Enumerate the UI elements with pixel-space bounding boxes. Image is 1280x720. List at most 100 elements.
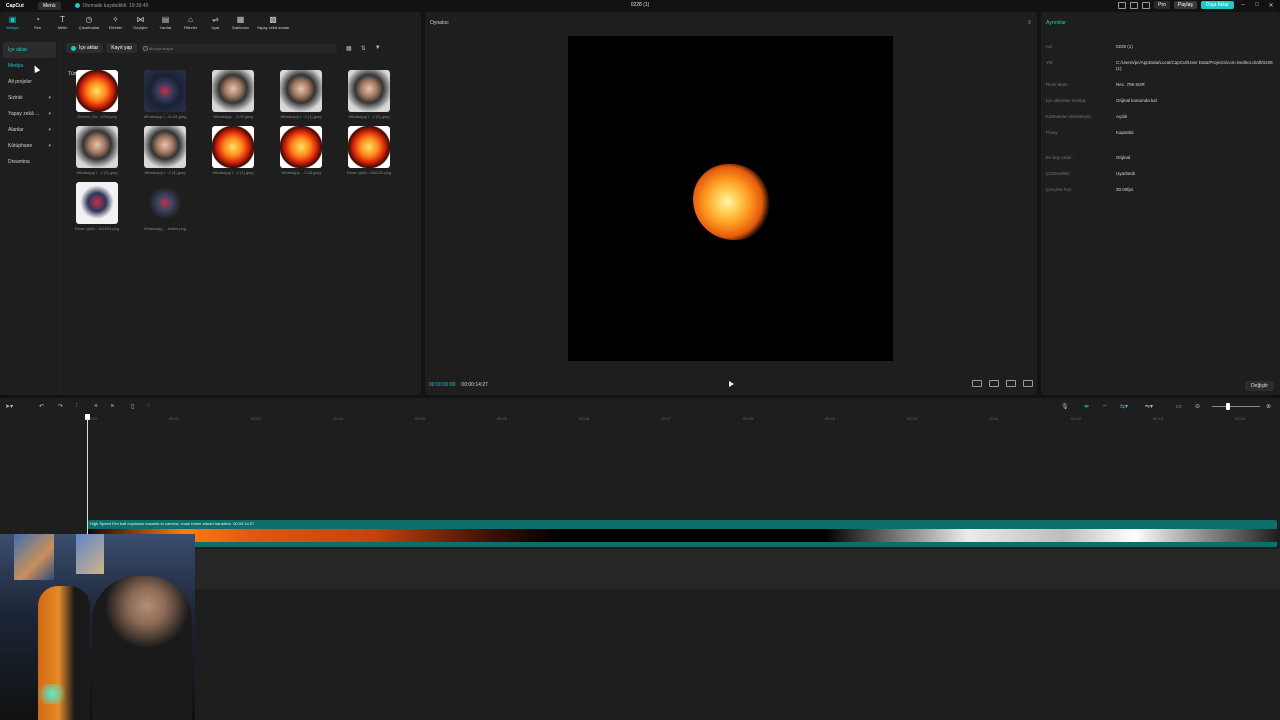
sidebar-item-subprojects[interactable]: Alt projeler xyxy=(0,74,59,90)
media-thumbnail xyxy=(76,182,118,224)
shortcut-icon[interactable] xyxy=(1142,1,1151,9)
player-panel: Oynatıcı ≡ 00:00:00:00 00:00:14:27 xyxy=(425,12,1037,395)
toolbar-templates-label: Şablonlar xyxy=(232,25,249,30)
media-sidebar: İçe aktar Medya Alt projeler Sizinki ▾ Ya… xyxy=(0,42,60,395)
magnet-icon[interactable]: ⇹ xyxy=(1084,403,1089,410)
export-button[interactable]: Dışa Aktar xyxy=(1200,1,1234,9)
caption-icon[interactable]: ▭ xyxy=(1176,403,1182,410)
menu-icon[interactable]: ≡ xyxy=(1027,20,1031,26)
toolbar-ai-avatar-label: Yapay zekâ avatar xyxy=(256,25,290,30)
import-button[interactable]: İçe aktar xyxy=(66,43,104,53)
ratio-icon[interactable] xyxy=(972,380,982,387)
play-icon[interactable] xyxy=(729,381,734,387)
share-button[interactable]: Paylaş xyxy=(1173,1,1197,9)
maximize-icon[interactable]: □ xyxy=(1252,2,1262,8)
toolbar-ai-avatar[interactable]: ▩ Yapay zekâ avatar xyxy=(253,14,293,40)
detail-value: Açıldı xyxy=(1116,114,1128,119)
pro-button[interactable]: Pro xyxy=(1154,1,1170,9)
modify-button[interactable]: Değiştir xyxy=(1245,381,1274,391)
split-icon[interactable]: ⫶ xyxy=(76,403,78,410)
toolbar-media[interactable]: ▣ Medya xyxy=(0,14,25,40)
sidebar-item-yours[interactable]: Sizinki ▾ xyxy=(0,90,59,106)
menu-button[interactable]: Menü xyxy=(38,1,61,10)
toolbar-transitions[interactable]: ⋈ Geçişler xyxy=(128,14,153,40)
undo-icon[interactable]: ↶ xyxy=(39,403,44,410)
media-item[interactable]: Ekran görü...161504.png xyxy=(68,182,126,234)
window-icon[interactable] xyxy=(1130,1,1139,9)
record-button[interactable]: Kayıt yap xyxy=(106,43,138,53)
layout-icon[interactable] xyxy=(1118,1,1127,9)
sidebar-item-label: Alanlar xyxy=(8,127,24,133)
sidebar-item-spaces[interactable]: Alanlar ▾ xyxy=(0,122,59,138)
zoom-slider-handle[interactable] xyxy=(1226,403,1230,410)
player-title: Oynatıcı xyxy=(430,20,449,26)
close-icon[interactable]: ✕ xyxy=(1266,2,1276,9)
split-right-icon[interactable]: ⫸ xyxy=(111,403,114,410)
sidebar-item-ai[interactable]: Yapay zekâ ... ▾ xyxy=(0,106,59,122)
media-item-name: WhatsApp ...2.02.jpeg xyxy=(213,114,253,119)
sort-icon[interactable]: ⇅ xyxy=(361,45,366,52)
toolbar-audio[interactable]: ◔ Ses xyxy=(25,14,50,40)
minimize-icon[interactable]: – xyxy=(1238,2,1248,8)
toolbar-captions[interactable]: ▤ Yazılar xyxy=(153,14,178,40)
app-logo: CapCut xyxy=(6,2,24,9)
preview-axis-icon[interactable]: ⇆▾ xyxy=(1120,403,1128,410)
ruler-tick: 00:07 xyxy=(661,416,672,421)
delete-icon[interactable]: ▯ xyxy=(131,403,134,410)
media-item[interactable]: WhatsApp I...2 (4).jpeg xyxy=(136,126,194,178)
sidebar-item-import[interactable]: İçe aktar xyxy=(3,42,56,58)
sidebar-item-dreamina[interactable]: Dreamina xyxy=(0,154,59,170)
detail-value: Orijinal xyxy=(1116,155,1131,160)
crop-icon[interactable] xyxy=(989,380,999,387)
sidebar-item-library[interactable]: Kütüphane ▾ xyxy=(0,138,59,154)
media-item[interactable]: WhatsApp I...41.54.jpeg xyxy=(136,70,194,122)
toolbar-filters[interactable]: ⌂ Filtreler xyxy=(178,14,203,40)
fullscreen-icon[interactable] xyxy=(1023,380,1033,387)
media-item[interactable]: WhatsApp I...2 (2).jpeg xyxy=(340,70,398,122)
marker-icon[interactable]: ◌ xyxy=(147,403,151,409)
toolbar-adjust[interactable]: ⇌ Ayar xyxy=(203,14,228,40)
toolbar-stickers[interactable]: ◷ Çıkartmalar xyxy=(75,14,103,40)
toolbar-captions-label: Yazılar xyxy=(159,25,172,30)
microphone-icon[interactable]: 🎙 xyxy=(1061,403,1069,410)
media-item[interactable]: WhatsApp I...2 (1).jpeg xyxy=(272,70,330,122)
total-time: 00:00:14:27 xyxy=(461,382,488,388)
sidebar-item-media[interactable]: Medya xyxy=(0,58,59,74)
ruler-tick: 00:12 xyxy=(1071,416,1082,421)
sidebar-item-label: Yapay zekâ ... xyxy=(8,111,40,117)
zoom-slider[interactable] xyxy=(1212,406,1260,407)
redo-icon[interactable]: ↷ xyxy=(58,403,63,410)
media-item[interactable]: Ekran görü...164242.png xyxy=(340,126,398,178)
zoom-out-icon[interactable]: ⊖ xyxy=(1195,403,1200,410)
toolbar-filters-label: Filtreler xyxy=(183,25,198,30)
media-item-name: WhatsApp ...2.28.jpeg xyxy=(281,170,321,175)
playhead[interactable] xyxy=(87,419,88,534)
ruler-tick: 00:10 xyxy=(907,416,918,421)
search-input[interactable]: Medya arayın xyxy=(141,43,338,53)
select-tool-icon[interactable]: ➤▾ xyxy=(5,403,13,410)
media-item[interactable]: WhatsApp ...2.28.jpeg xyxy=(272,126,330,178)
media-item[interactable]: WhatsApp_...ewtxs.png xyxy=(136,182,194,234)
toolbar-templates[interactable]: ▦ Şablonlar xyxy=(228,14,253,40)
split-left-icon[interactable]: ⫷ xyxy=(94,403,97,410)
toolbar-media-label: Medya xyxy=(6,25,19,30)
project-title: 0228 (1) xyxy=(630,2,650,8)
filter-icon[interactable]: ▼ xyxy=(375,45,381,51)
detail-key: Ad: xyxy=(1046,44,1053,49)
toolbar-text[interactable]: T Metin xyxy=(50,14,75,40)
media-item[interactable]: WhatsApp I...3 (1).jpeg xyxy=(204,126,262,178)
quality-icon[interactable] xyxy=(1006,380,1016,387)
detail-row-color-space: Renk alanı: Rec. 709 SDR xyxy=(1046,82,1276,88)
ruler-tick: 00:04 xyxy=(415,416,426,421)
toolbar-effects[interactable]: ✧ Efektler xyxy=(103,14,128,40)
timeline-ruler[interactable]: 00:00 00:01 00:02 00:03 00:04 00:05 00:06 00:07… xyxy=(87,416,1277,424)
preview-canvas[interactable] xyxy=(568,36,893,361)
media-item[interactable]: WhatsApp ...2.02.jpeg xyxy=(204,70,262,122)
media-item[interactable]: WhatsApp I...2 (3).jpeg xyxy=(68,126,126,178)
video-clip[interactable]: High Speed Fire ball explosion towards t… xyxy=(88,520,1277,547)
link-icon[interactable]: ⇔ xyxy=(1102,403,1108,409)
media-item[interactable]: Gemini_Ge...07wl.png xyxy=(68,70,126,122)
grid-view-icon[interactable]: ▦ xyxy=(346,45,352,52)
zoom-in-icon[interactable]: ⊕ xyxy=(1266,403,1271,410)
snap-icon[interactable]: ⇋▾ xyxy=(1145,403,1153,410)
